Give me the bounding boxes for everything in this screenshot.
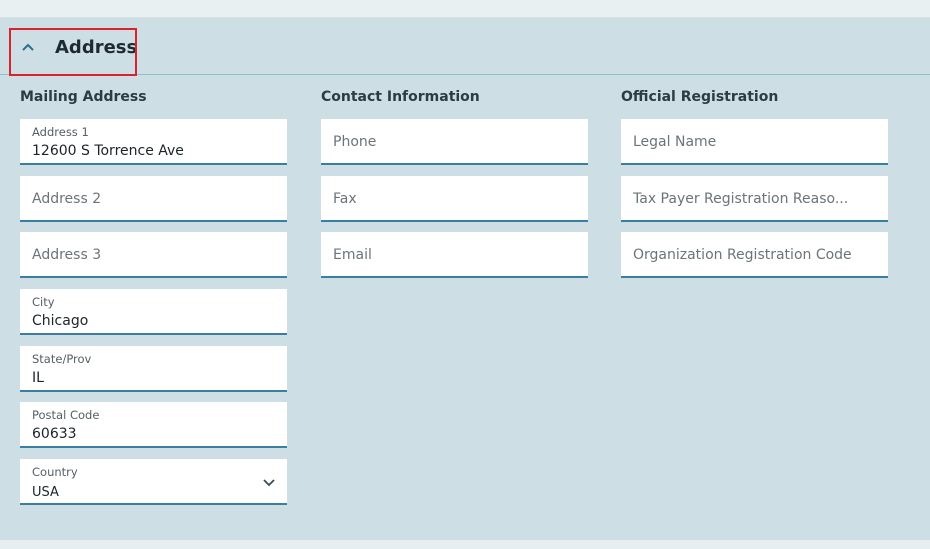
legal-name-placeholder: Legal Name <box>633 134 717 150</box>
fax-placeholder: Fax <box>333 191 357 207</box>
email-placeholder: Email <box>333 247 372 263</box>
phone-field[interactable]: Phone <box>321 119 588 165</box>
state-field[interactable]: State/Prov IL <box>20 346 287 392</box>
address1-label: Address 1 <box>32 125 89 139</box>
highlight-annotation-box <box>9 28 137 76</box>
mailing-address-heading: Mailing Address <box>20 89 147 105</box>
email-field[interactable]: Email <box>321 232 588 278</box>
postal-code-field[interactable]: Postal Code 60633 <box>20 402 287 448</box>
city-label: City <box>32 295 55 309</box>
address1-value: 12600 S Torrence Ave <box>32 143 184 159</box>
top-strip <box>0 0 930 18</box>
address2-placeholder: Address 2 <box>32 191 102 207</box>
address3-placeholder: Address 3 <box>32 247 102 263</box>
tax-payer-registration-field[interactable]: Tax Payer Registration Reaso... <box>621 176 888 222</box>
official-registration-heading: Official Registration <box>621 89 779 105</box>
state-label: State/Prov <box>32 352 92 366</box>
address1-field[interactable]: Address 1 12600 S Torrence Ave <box>20 119 287 165</box>
tax-payer-registration-placeholder: Tax Payer Registration Reaso... <box>633 191 849 207</box>
country-label: Country <box>32 465 78 479</box>
fax-field[interactable]: Fax <box>321 176 588 222</box>
city-field[interactable]: City Chicago <box>20 289 287 335</box>
contact-information-heading: Contact Information <box>321 89 480 105</box>
city-value: Chicago <box>32 313 89 329</box>
chevron-down-icon[interactable] <box>263 478 275 487</box>
organization-registration-code-field[interactable]: Organization Registration Code <box>621 232 888 278</box>
postal-code-label: Postal Code <box>32 408 100 422</box>
organization-registration-code-placeholder: Organization Registration Code <box>633 247 852 263</box>
address3-field[interactable]: Address 3 <box>20 232 287 278</box>
address-section-panel: Address Mailing Address Contact Informat… <box>0 18 930 539</box>
phone-placeholder: Phone <box>333 134 377 150</box>
country-select[interactable]: Country USA <box>20 459 287 505</box>
state-value: IL <box>32 370 44 386</box>
address2-field[interactable]: Address 2 <box>20 176 287 222</box>
legal-name-field[interactable]: Legal Name <box>621 119 888 165</box>
section-header: Address <box>0 18 930 75</box>
country-value: USA <box>32 485 59 500</box>
postal-code-value: 60633 <box>32 426 77 442</box>
